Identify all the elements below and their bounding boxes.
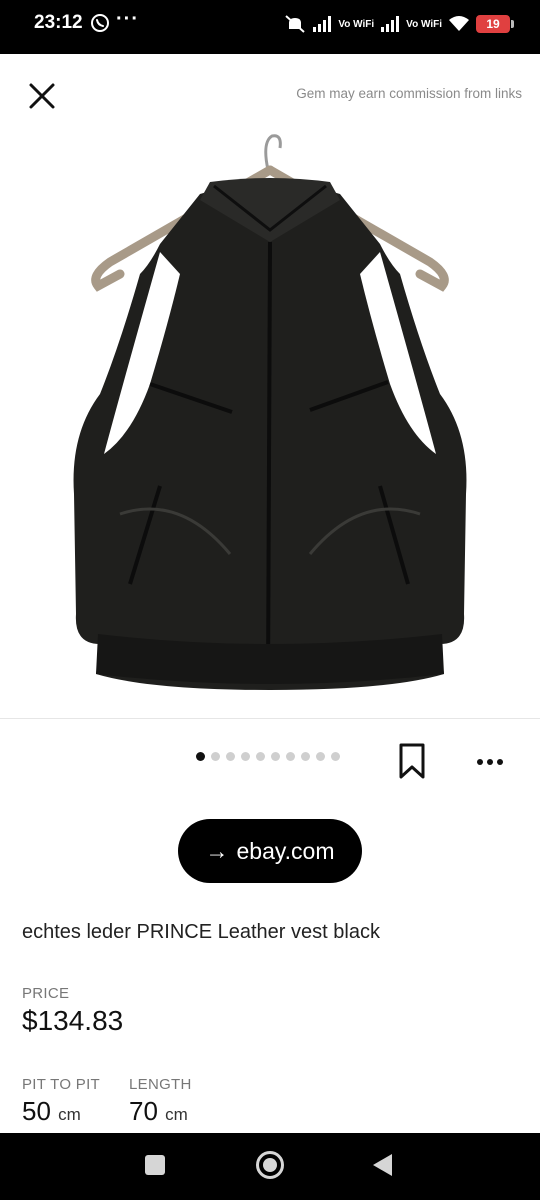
- vest-photo: [73, 134, 467, 690]
- pit-to-pit-number: 50: [22, 1096, 51, 1126]
- signal-icon: [313, 16, 332, 32]
- pager-dot[interactable]: [226, 752, 235, 761]
- image-pager[interactable]: [196, 752, 340, 761]
- arrow-right-icon: →: [205, 837, 229, 864]
- pager-dot[interactable]: [256, 752, 265, 761]
- status-indicators: Vo WiFi Vo WiFi 19: [284, 12, 514, 36]
- length-value: 70 cm: [129, 1096, 188, 1127]
- bookmark-button[interactable]: [394, 740, 430, 782]
- viber-icon: [91, 14, 109, 32]
- more-icon: [487, 759, 493, 765]
- length-unit: cm: [165, 1105, 188, 1124]
- pager-dot[interactable]: [196, 752, 205, 761]
- more-icon: [477, 759, 483, 765]
- pager-dot[interactable]: [301, 752, 310, 761]
- status-time: 23:12: [34, 12, 83, 33]
- product-title: echtes leder PRINCE Leather vest black: [22, 921, 380, 943]
- pager-dot[interactable]: [211, 752, 220, 761]
- product-image[interactable]: [0, 134, 540, 718]
- price-value: $134.83: [22, 1005, 124, 1036]
- length-number: 70: [129, 1096, 158, 1126]
- commission-disclaimer: Gem may earn commission from links: [296, 86, 522, 101]
- image-divider: [0, 718, 540, 719]
- status-bar: 23:12 ··· Vo WiFi Vo WiFi 19: [0, 0, 540, 54]
- pager-dot[interactable]: [241, 752, 250, 761]
- vo-wifi-label: Vo WiFi: [338, 18, 375, 30]
- pager-dot[interactable]: [286, 752, 295, 761]
- more-icon: [497, 759, 503, 765]
- pit-to-pit-unit: cm: [58, 1105, 81, 1124]
- site-label: ebay.com: [236, 837, 335, 864]
- pager-dot[interactable]: [331, 752, 340, 761]
- close-button[interactable]: [22, 76, 62, 116]
- header: Gem may earn commission from links: [0, 54, 540, 134]
- close-icon: [29, 83, 55, 109]
- signal-icon: [381, 16, 400, 32]
- length-label: LENGTH: [129, 1076, 192, 1093]
- price-label: PRICE: [22, 985, 70, 1002]
- mute-icon: [285, 15, 305, 33]
- pager-dot[interactable]: [271, 752, 280, 761]
- bookmark-icon: [399, 743, 425, 779]
- pit-to-pit-label: PIT TO PIT: [22, 1076, 101, 1093]
- home-button[interactable]: [256, 1151, 284, 1179]
- system-nav-bar: [0, 1133, 540, 1200]
- wifi-icon: [449, 16, 469, 31]
- overflow-dots-icon: ···: [116, 8, 139, 30]
- hanger: [264, 134, 282, 171]
- recents-button[interactable]: [145, 1155, 165, 1175]
- pit-to-pit-value: 50 cm: [22, 1096, 81, 1127]
- pager-dot[interactable]: [316, 752, 325, 761]
- visit-site-button[interactable]: → ebay.com: [178, 819, 362, 883]
- more-options-button[interactable]: [470, 748, 510, 776]
- battery-icon: 19: [476, 15, 514, 33]
- battery-level: 19: [486, 17, 500, 31]
- vo-wifi-label: Vo WiFi: [406, 18, 442, 30]
- back-button[interactable]: [373, 1154, 392, 1176]
